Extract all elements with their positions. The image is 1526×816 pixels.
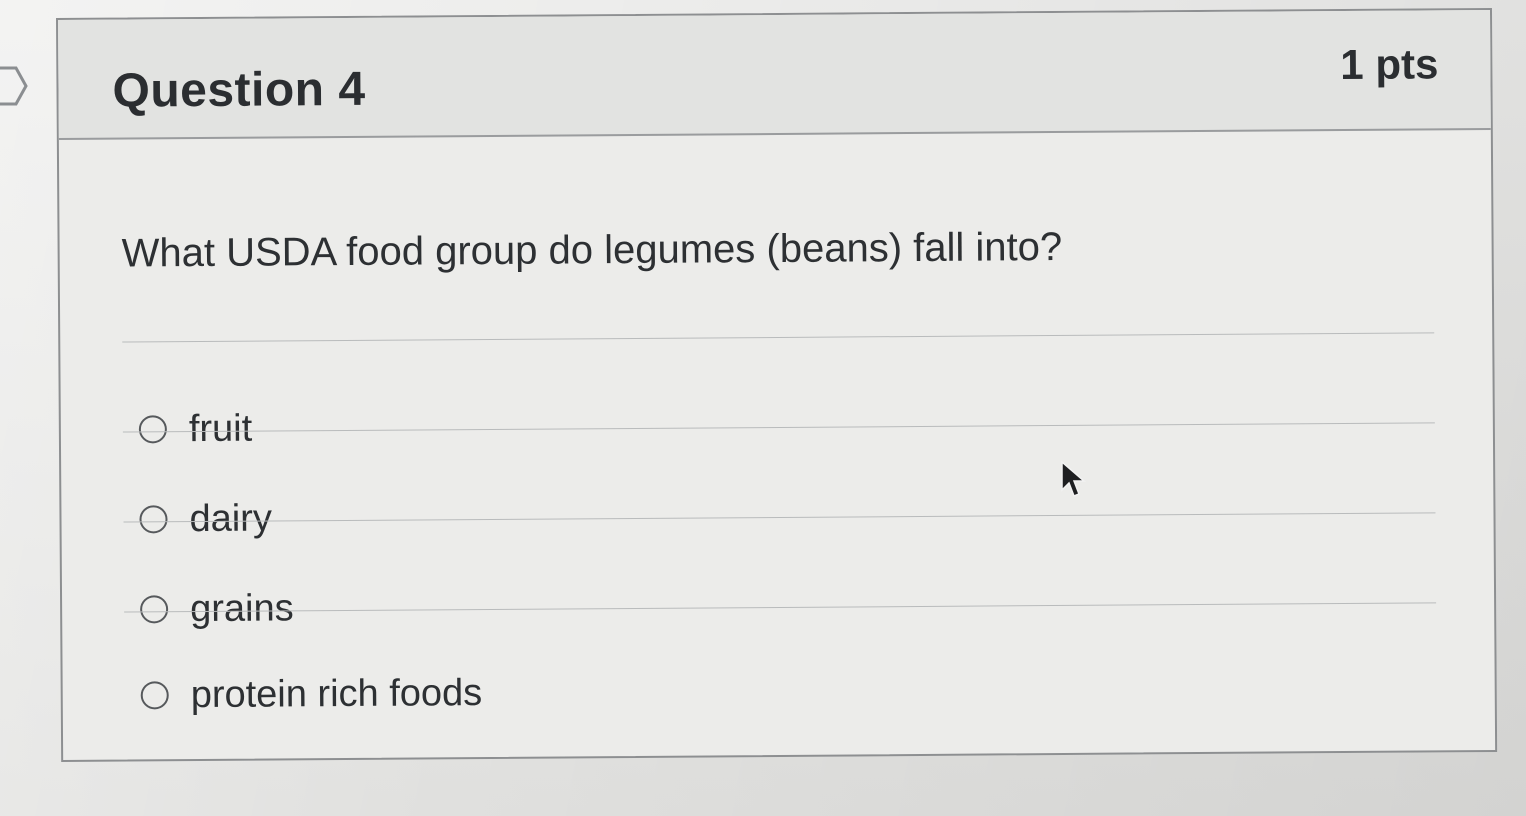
- answer-label: protein rich foods: [190, 671, 483, 716]
- question-text: What USDA food group do legumes (beans) …: [121, 224, 1063, 276]
- flag-marker-icon[interactable]: [0, 64, 30, 108]
- answer-label: dairy: [189, 497, 273, 540]
- answer-list: fruit dairy grains protein rich foods: [138, 360, 1434, 716]
- answer-label: grains: [189, 586, 294, 630]
- radio-empty-icon[interactable]: [140, 595, 169, 624]
- answer-option-protein-rich-foods[interactable]: protein rich foods: [140, 663, 483, 725]
- question-points: 1 pts: [1340, 40, 1439, 89]
- answer-divider: [123, 512, 1436, 523]
- divider: [122, 332, 1435, 343]
- answer-divider: [122, 422, 1435, 433]
- question-title: Question 4: [112, 62, 366, 118]
- answer-divider: [124, 602, 1437, 613]
- answer-option-dairy[interactable]: dairy: [139, 489, 272, 550]
- radio-empty-icon[interactable]: [140, 681, 169, 710]
- answer-option-grains[interactable]: grains: [140, 578, 294, 639]
- pointer-cursor-icon: [1061, 460, 1086, 497]
- question-card: Question 4 1 pts What USDA food group do…: [56, 7, 1498, 762]
- question-header: Question 4 1 pts: [58, 9, 1491, 140]
- radio-empty-icon[interactable]: [138, 415, 167, 444]
- answer-option-fruit[interactable]: fruit: [138, 399, 253, 460]
- radio-empty-icon[interactable]: [139, 505, 168, 534]
- answer-label: fruit: [188, 407, 253, 450]
